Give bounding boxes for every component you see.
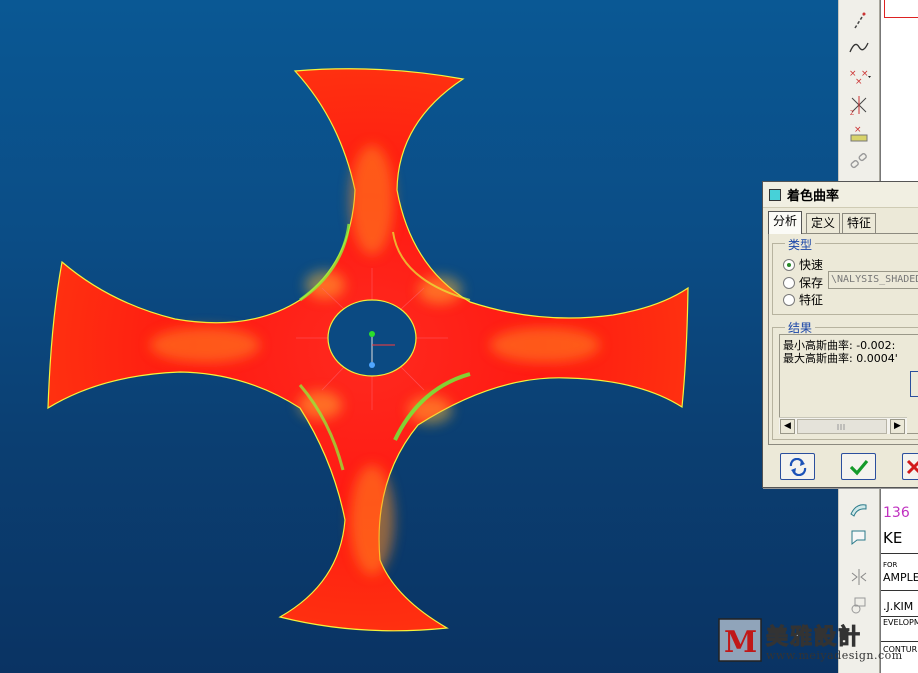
max-gaussian-curvature: 最大高斯曲率: 0.0004' [783, 352, 898, 365]
drawing-scale-text: KE [883, 529, 903, 547]
point-icon[interactable]: × × × [845, 64, 873, 90]
watermark: M 美雅設計 www.meiyadesign.com [718, 616, 918, 666]
tab-definition[interactable]: 定义 [806, 213, 841, 234]
ok-button[interactable] [841, 453, 876, 480]
svg-text:Z: Z [850, 110, 854, 116]
spline-icon[interactable] [845, 34, 873, 60]
radio-save-indicator[interactable] [783, 276, 795, 289]
svg-text:×: × [854, 125, 862, 135]
coordinate-system-tool-icon[interactable]: Z [845, 92, 873, 118]
analysis-name-input[interactable]: \NALYSIS_SHADED [828, 271, 918, 289]
example-text: AMPLE [883, 571, 918, 584]
watermark-url: www.meiyadesign.com [766, 649, 903, 662]
tab-analysis[interactable]: 分析 [768, 211, 803, 234]
radio-quick[interactable]: 快速 [783, 256, 823, 273]
close-icon [906, 459, 918, 474]
refresh-icon [789, 457, 806, 476]
radio-feature[interactable]: 特征 [783, 291, 823, 308]
mirror-icon[interactable] [845, 564, 873, 590]
scroll-left-icon[interactable]: ◀ [780, 419, 795, 434]
svg-text:×: × [861, 69, 869, 79]
graphics-viewport[interactable] [0, 0, 838, 673]
watermark-name: 美雅設計 [765, 625, 863, 651]
repaint-button[interactable] [780, 453, 815, 480]
flag-icon[interactable] [845, 524, 873, 550]
title-block-corner [884, 0, 918, 18]
dialog-title: 着色曲率 [787, 189, 840, 204]
watermark-logo: M [718, 618, 762, 662]
cancel-button[interactable] [902, 453, 918, 480]
transform-icon[interactable] [845, 592, 873, 618]
radio-quick-indicator[interactable] [783, 258, 795, 271]
line-icon[interactable] [845, 8, 873, 34]
radio-quick-label: 快速 [799, 258, 824, 272]
radio-save[interactable]: 保存 [783, 274, 823, 291]
surface-icon[interactable] [845, 496, 873, 522]
chain-icon[interactable] [845, 148, 873, 174]
checkmark-icon [849, 459, 868, 475]
datum-analysis-icon[interactable]: × [845, 120, 873, 146]
radio-feature-label: 特征 [799, 293, 824, 307]
for-label: FOR [883, 561, 898, 569]
scroll-thumb[interactable] [797, 419, 887, 434]
sheet-number: 136 [883, 505, 910, 521]
dialog-title-bar[interactable]: 着色曲率 [763, 182, 918, 208]
scroll-right-icon[interactable]: ▶ [890, 419, 905, 434]
svg-text:M: M [724, 625, 757, 660]
tab-feature[interactable]: 特征 [842, 213, 877, 234]
radio-save-label: 保存 [799, 276, 824, 290]
window-icon [769, 188, 781, 201]
results-info-button[interactable] [910, 371, 918, 397]
radio-feature-indicator[interactable] [783, 293, 795, 306]
shaded-curvature-model [47, 68, 689, 632]
results-horizontal-scrollbar[interactable]: ◀ ▶ [779, 417, 907, 434]
author-text: .J.KIM [883, 600, 914, 613]
type-group-label: 类型 [785, 236, 816, 253]
